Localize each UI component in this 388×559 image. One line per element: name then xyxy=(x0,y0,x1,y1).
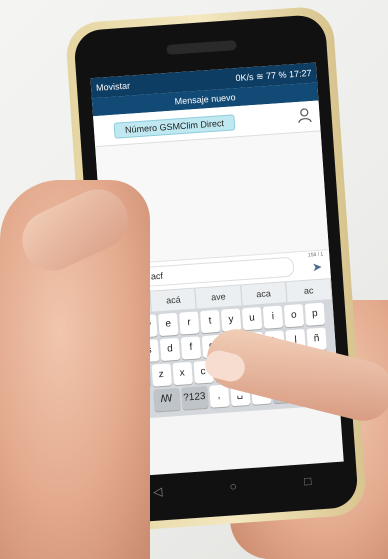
suggestion-item[interactable]: ave xyxy=(195,285,243,309)
keyboard-key[interactable]: x xyxy=(171,361,193,386)
recipient-chip[interactable]: Número GSMClim Direct xyxy=(113,114,236,139)
clock: 17:27 xyxy=(288,67,312,79)
keyboard-key[interactable]: i xyxy=(262,305,284,329)
keyboard-key[interactable]: d xyxy=(159,337,181,362)
keyboard-key[interactable]: e xyxy=(158,312,179,337)
suggestion-item[interactable]: ac xyxy=(285,279,333,303)
network-speed: 0K/s xyxy=(235,71,254,83)
char-counter: 158 / 1 xyxy=(307,251,324,259)
keyboard-key[interactable]: p xyxy=(304,302,326,326)
keyboard-key[interactable]: ?123 xyxy=(180,385,209,410)
carrier-label: Movistar xyxy=(95,80,131,93)
back-icon[interactable]: ◁ xyxy=(153,484,163,499)
keyboard-key[interactable]: ꟿ xyxy=(152,387,181,412)
keyboard-key[interactable]: r xyxy=(178,311,200,335)
earpiece xyxy=(166,40,237,55)
keyboard-key[interactable]: t xyxy=(199,309,221,334)
home-icon[interactable]: ○ xyxy=(229,479,237,493)
status-right: 0K/s ≋ 77 % 17:27 xyxy=(235,67,312,83)
battery-level: 77 % xyxy=(265,69,287,81)
send-icon[interactable]: ➤ xyxy=(312,260,323,275)
add-contact-icon[interactable] xyxy=(297,107,312,124)
suggestion-item[interactable]: acá xyxy=(150,288,198,312)
recents-icon[interactable]: □ xyxy=(304,474,312,488)
wifi-icon: ≋ xyxy=(255,70,264,82)
keyboard-key[interactable]: z xyxy=(151,363,172,387)
keyboard-key[interactable]: , xyxy=(208,384,230,408)
suggestion-item[interactable]: aca xyxy=(240,282,288,306)
keyboard-key[interactable]: o xyxy=(283,304,305,328)
keyboard-key[interactable]: u xyxy=(241,306,263,331)
keyboard-key[interactable]: f xyxy=(180,336,202,360)
